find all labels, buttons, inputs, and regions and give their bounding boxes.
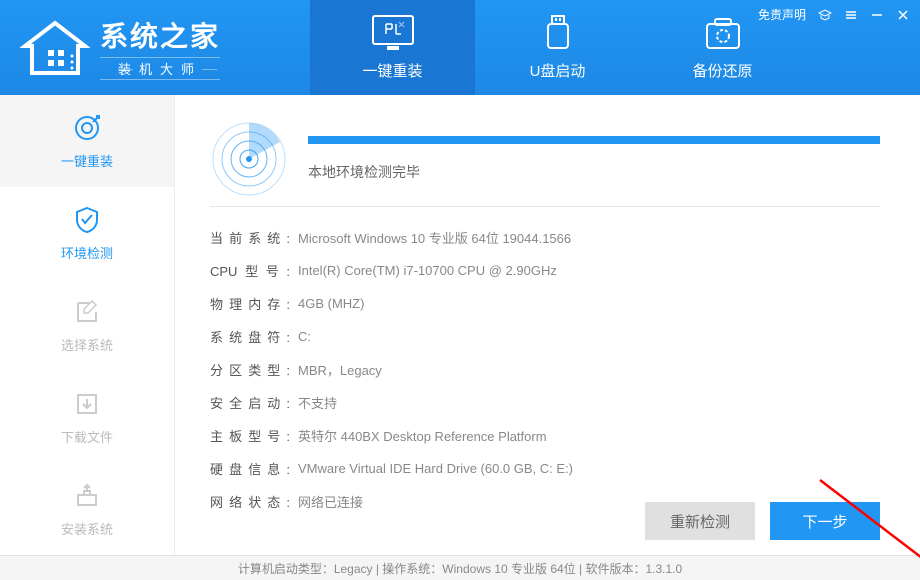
menu-icon[interactable] (844, 8, 858, 22)
camera-icon (701, 14, 745, 52)
sidebar-label: 安装系统 (61, 519, 113, 538)
sidebar-item-select-system[interactable]: 选择系统 (0, 279, 174, 371)
disclaimer-link[interactable]: 免责声明 (758, 6, 806, 23)
info-row: 分区类型:MBR，Legacy (210, 353, 880, 386)
tab-label: U盘启动 (530, 60, 586, 81)
sidebar-item-env-check[interactable]: 环境检测 (0, 187, 174, 279)
minimize-icon[interactable] (870, 8, 884, 22)
monitor-icon (371, 14, 415, 52)
sidebar-label: 下载文件 (61, 427, 113, 446)
sidebar-label: 环境检测 (61, 243, 113, 262)
shield-check-icon (72, 205, 102, 235)
main-panel: 本地环境检测完毕 当前系统:Microsoft Windows 10 专业版 6… (175, 95, 920, 555)
target-icon (72, 113, 102, 143)
window-controls: 免责声明 (758, 6, 910, 23)
select-icon (72, 297, 102, 327)
install-icon (72, 481, 102, 511)
radar-icon (210, 120, 288, 198)
tab-usb-boot[interactable]: U盘启动 (475, 0, 640, 95)
download-icon (72, 389, 102, 419)
tab-reinstall[interactable]: 一键重装 (310, 0, 475, 95)
app-title: 系统之家 (100, 15, 220, 55)
body: 一键重装 环境检测 选择系统 下载文件 安装系统 (0, 95, 920, 555)
close-icon[interactable] (896, 8, 910, 22)
next-step-button[interactable]: 下一步 (770, 502, 880, 540)
sidebar-item-reinstall[interactable]: 一键重装 (0, 95, 174, 187)
progress-bar (308, 136, 880, 144)
info-row: CPU型号:Intel(R) Core(TM) i7-10700 CPU @ 2… (210, 254, 880, 287)
app-subtitle: 装机大师 (100, 57, 220, 80)
info-row: 主板型号:英特尔 440BX Desktop Reference Platfor… (210, 419, 880, 452)
sidebar-item-download[interactable]: 下载文件 (0, 371, 174, 463)
retry-detect-button[interactable]: 重新检测 (645, 502, 755, 540)
info-row: 安全启动:不支持 (210, 386, 880, 419)
tab-label: 一键重装 (362, 60, 422, 81)
action-buttons: 重新检测 下一步 (645, 502, 880, 540)
status-bar: 计算机启动类型：Legacy | 操作系统：Windows 10 专业版 64位… (0, 555, 920, 580)
info-row: 当前系统:Microsoft Windows 10 专业版 64位 19044.… (210, 221, 880, 254)
sidebar-item-install[interactable]: 安装系统 (0, 463, 174, 555)
sidebar: 一键重装 环境检测 选择系统 下载文件 安装系统 (0, 95, 175, 555)
tab-label: 备份还原 (692, 60, 752, 81)
graduation-icon[interactable] (818, 8, 832, 22)
app-window: 系统之家 装机大师 一键重装 (0, 0, 920, 580)
header: 系统之家 装机大师 一键重装 (0, 0, 920, 95)
divider (210, 206, 880, 207)
detect-header: 本地环境检测完毕 (210, 120, 880, 198)
house-logo-icon (20, 18, 90, 78)
detect-status-text: 本地环境检测完毕 (308, 162, 880, 182)
info-row: 物理内存:4GB (MHZ) (210, 287, 880, 320)
logo-area: 系统之家 装机大师 (0, 0, 300, 95)
system-info-list: 当前系统:Microsoft Windows 10 专业版 64位 19044.… (210, 221, 880, 518)
footer-text: 计算机启动类型：Legacy | 操作系统：Windows 10 专业版 64位… (238, 560, 682, 577)
usb-icon (536, 14, 580, 52)
sidebar-label: 一键重装 (61, 151, 113, 170)
info-row: 系统盘符:C: (210, 320, 880, 353)
sidebar-label: 选择系统 (61, 335, 113, 354)
info-row: 硬盘信息:VMware Virtual IDE Hard Drive (60.0… (210, 452, 880, 485)
